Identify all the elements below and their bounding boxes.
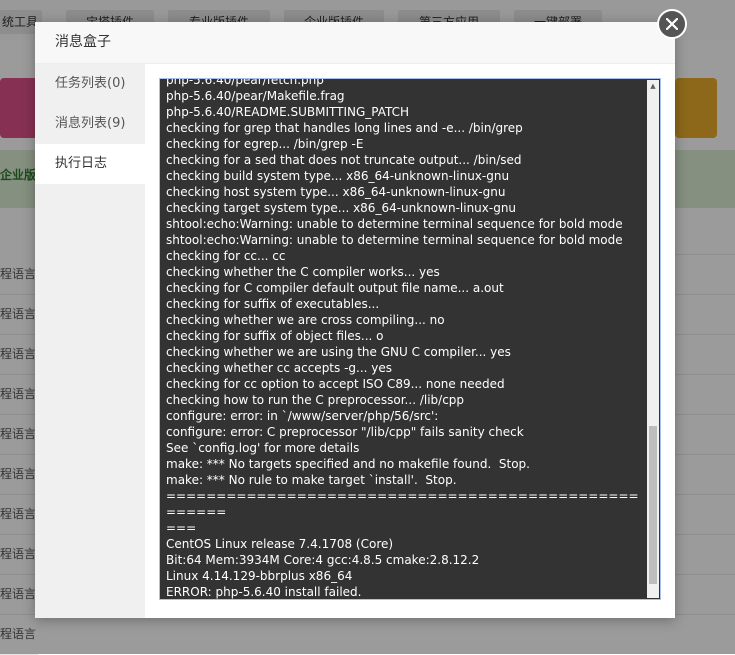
dialog-title: 消息盒子 [55, 34, 111, 50]
log-line: shtool:echo:Warning: unable to determine… [166, 217, 623, 231]
log-line: make: *** No rule to make target `instal… [166, 473, 457, 487]
log-line: checking for suffix of executables... [166, 297, 380, 311]
log-line: configure: error: in `/www/server/php/56… [166, 409, 439, 423]
log-line: checking whether we are cross compiling.… [166, 313, 445, 327]
log-line: === [166, 521, 197, 535]
log-line: checking for cc... cc [166, 249, 286, 263]
log-line: checking for grep that handles long line… [166, 121, 523, 135]
scroll-thumb[interactable] [649, 426, 657, 584]
log-line: php-5.6.40/README.SUBMITTING_PATCH [166, 105, 410, 119]
log-content: php-5.6.40/pear/fetch.php php-5.6.40/pear… [166, 78, 642, 599]
resize-handle[interactable] [647, 586, 659, 598]
close-icon [666, 18, 678, 30]
log-line: checking build system type... x86_64-unk… [166, 169, 510, 183]
execution-log-textarea[interactable]: php-5.6.40/pear/fetch.php php-5.6.40/pear… [159, 78, 661, 600]
log-line: checking for a sed that does not truncat… [166, 153, 522, 167]
log-line: checking host system type... x86_64-unkn… [166, 185, 506, 199]
log-line: php-5.6.40/pear/fetch.php [166, 78, 324, 87]
sidebar-item-execution-log[interactable]: 执行日志 [35, 144, 145, 184]
dialog-header: 消息盒子 [35, 22, 675, 64]
log-line: checking whether cc accepts -g... yes [166, 361, 393, 375]
log-line: checking for C compiler default output f… [166, 281, 504, 295]
log-line: checking for suffix of object files... o [166, 329, 384, 343]
log-line: checking target system type... x86_64-un… [166, 201, 517, 215]
scroll-up-arrow-icon[interactable]: ▲ [647, 80, 659, 92]
log-line: CentOS Linux release 7.4.1708 (Core) [166, 537, 394, 551]
log-line: checking whether the C compiler works...… [166, 265, 440, 279]
close-button[interactable] [657, 9, 687, 39]
log-line: shtool:echo:Warning: unable to determine… [166, 233, 623, 247]
log-line: Bit:64 Mem:3934M Core:4 gcc:4.8.5 cmake:… [166, 553, 480, 567]
log-line: checking for cc option to accept ISO C89… [166, 377, 505, 391]
log-scrollbar[interactable]: ▲ ▼ [647, 80, 659, 598]
log-line: configure: error: C preprocessor "/lib/c… [166, 425, 524, 439]
log-line: checking for egrep... /bin/grep -E [166, 137, 364, 151]
log-line: See `config.log' for more details [166, 441, 360, 455]
log-line: php-5.6.40/pear/Makefile.frag [166, 89, 345, 103]
log-line: make: *** No targets specified and no ma… [166, 457, 530, 471]
log-line: ========================================… [166, 489, 639, 519]
message-box-dialog: 消息盒子 任务列表(0) 消息列表(9) 执行日志 php-5.6.40/pea… [35, 22, 675, 618]
dialog-sidebar: 任务列表(0) 消息列表(9) 执行日志 [35, 64, 145, 618]
log-line: checking whether we are using the GNU C … [166, 345, 511, 359]
sidebar-item-task-list[interactable]: 任务列表(0) [35, 64, 145, 104]
log-line: checking how to run the C preprocessor..… [166, 393, 465, 407]
sidebar-item-message-list[interactable]: 消息列表(9) [35, 104, 145, 144]
log-line: ERROR: php-5.6.40 install failed. [166, 585, 362, 599]
log-line: Linux 4.14.129-bbrplus x86_64 [166, 569, 353, 583]
